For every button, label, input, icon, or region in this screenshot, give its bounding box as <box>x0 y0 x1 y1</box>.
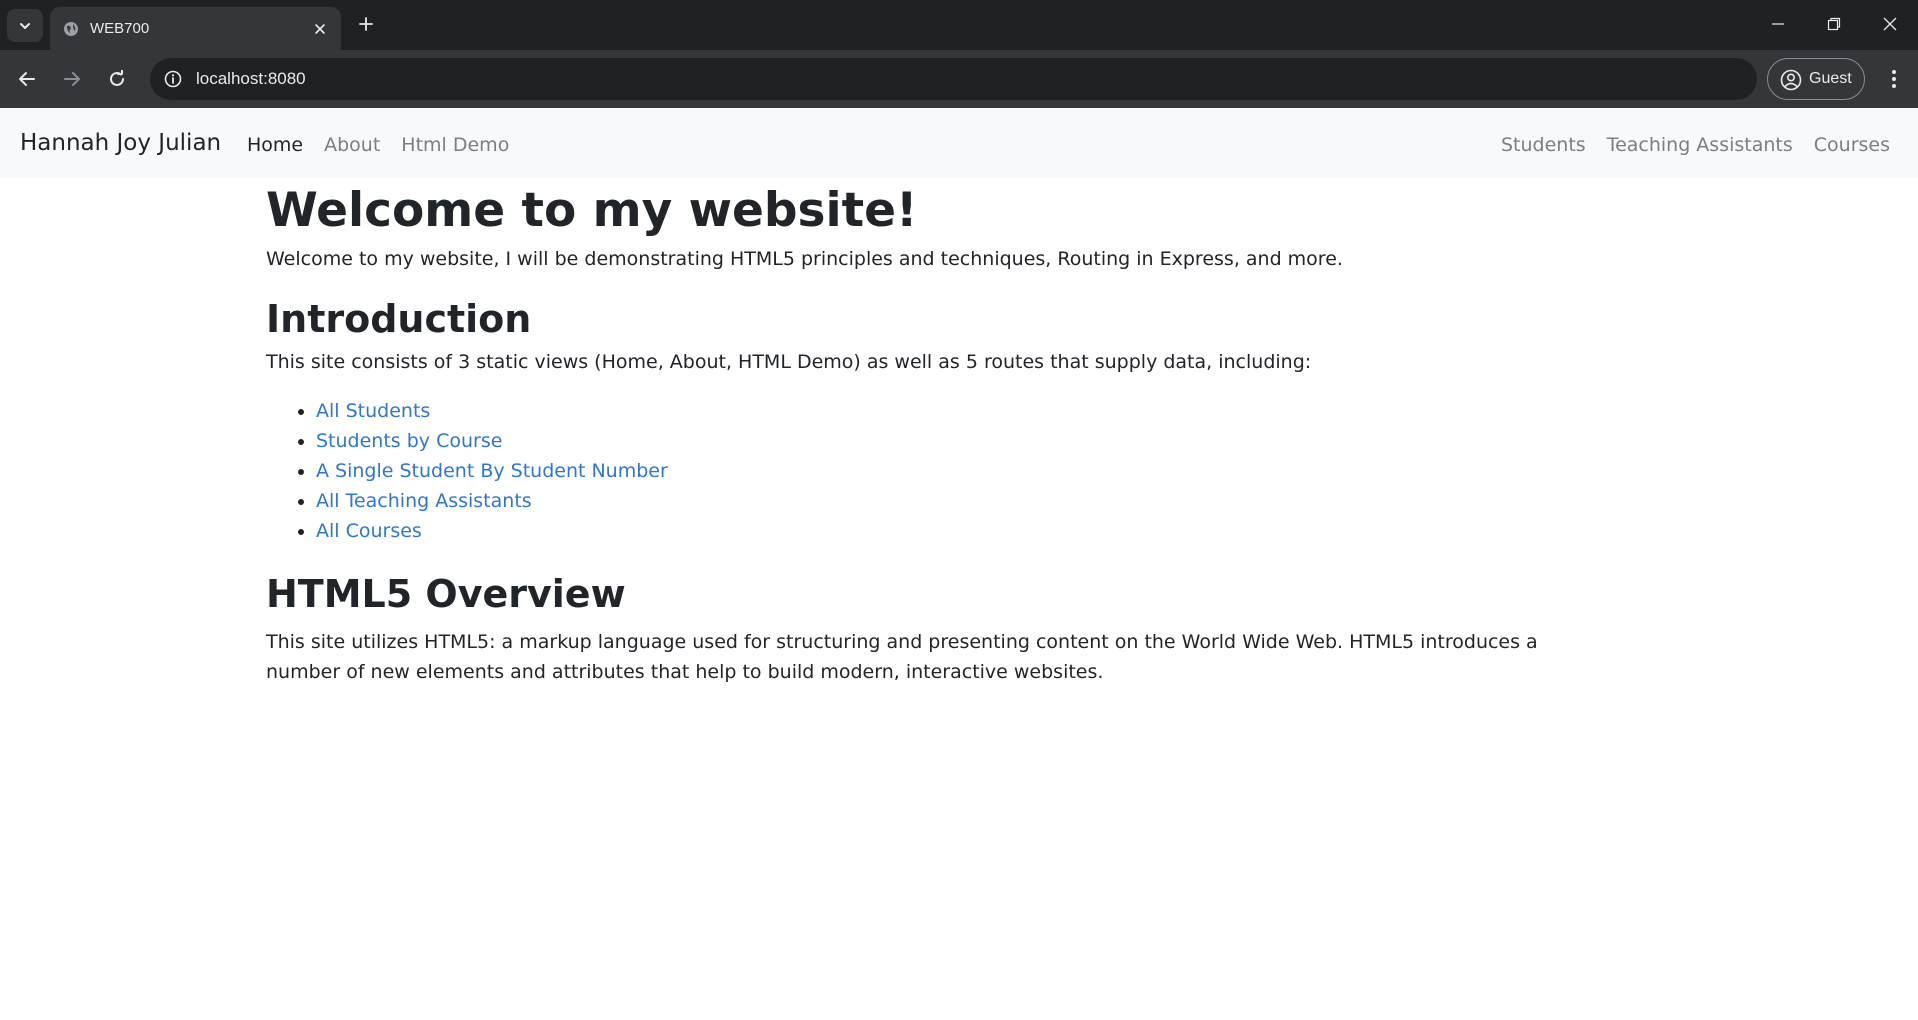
back-arrow-icon <box>19 72 35 86</box>
list-item: Students by Course <box>316 426 1606 456</box>
navbar-brand[interactable]: Hannah Joy Julian <box>20 130 221 156</box>
person-icon <box>1780 69 1802 91</box>
tab-search-button[interactable] <box>7 9 43 42</box>
route-link-all-teaching-assistants[interactable]: All Teaching Assistants <box>316 490 532 512</box>
list-item: All Courses <box>316 516 1606 546</box>
chevron-down-icon <box>20 22 30 29</box>
nav-link-teaching-assistants[interactable]: Teaching Assistants <box>1607 134 1793 156</box>
nav-link-html-demo[interactable]: Html Demo <box>401 134 509 156</box>
nav-right-group: Students Teaching Assistants Courses <box>1501 134 1890 156</box>
close-icon <box>1883 17 1897 31</box>
restore-icon <box>1827 17 1841 31</box>
page-viewport: Hannah Joy Julian Home About Html Demo S… <box>0 108 1918 1020</box>
browser-tab-active[interactable]: WEB700 <box>50 7 341 50</box>
forward-arrow-icon <box>64 72 80 86</box>
minimize-icon <box>1772 23 1784 25</box>
back-button[interactable] <box>11 63 43 95</box>
url-text[interactable]: localhost:8080 <box>196 69 306 89</box>
browser-toolbar: localhost:8080 Guest <box>0 50 1918 108</box>
close-icon <box>315 24 325 34</box>
html5-overview-text: This site utilizes HTML5: a markup langu… <box>266 631 1538 683</box>
route-link-students-by-course[interactable]: Students by Course <box>316 430 502 452</box>
minimize-button[interactable] <box>1758 8 1798 40</box>
route-link-all-students[interactable]: All Students <box>316 400 430 422</box>
restore-button[interactable] <box>1814 8 1854 40</box>
plus-icon <box>359 17 373 31</box>
tab-title: WEB700 <box>90 20 150 37</box>
route-list: All Students Students by Course A Single… <box>266 396 1606 546</box>
info-icon <box>164 70 182 88</box>
route-link-single-student[interactable]: A Single Student By Student Number <box>316 460 668 482</box>
profile-button[interactable]: Guest <box>1767 58 1865 100</box>
window-close-button[interactable] <box>1870 8 1910 40</box>
list-item: All Teaching Assistants <box>316 486 1606 516</box>
main-content: Welcome to my website! Welcome to my web… <box>266 178 1606 687</box>
route-link-all-courses[interactable]: All Courses <box>316 520 422 542</box>
new-tab-button[interactable] <box>353 11 379 37</box>
nav-link-home[interactable]: Home <box>247 134 303 156</box>
list-item: All Students <box>316 396 1606 426</box>
introduction-text: This site consists of 3 static views (Ho… <box>266 351 1312 373</box>
browser-menu-button[interactable] <box>1878 63 1910 95</box>
page-title: Welcome to my website! <box>266 183 918 238</box>
nav-link-about[interactable]: About <box>324 134 380 156</box>
profile-label: Guest <box>1809 70 1852 87</box>
nav-link-courses[interactable]: Courses <box>1814 134 1890 156</box>
intro-text: Welcome to my website, I will be demonst… <box>266 248 1343 270</box>
introduction-heading: Introduction <box>266 297 532 341</box>
html5-overview-heading: HTML5 Overview <box>266 572 626 616</box>
nav-link-students[interactable]: Students <box>1501 134 1586 156</box>
address-bar[interactable]: localhost:8080 <box>150 58 1757 100</box>
site-info-button[interactable] <box>161 67 185 91</box>
list-item: A Single Student By Student Number <box>316 456 1606 486</box>
kebab-menu-icon <box>1892 70 1896 88</box>
tab-close-button[interactable] <box>309 18 331 40</box>
site-navbar: Hannah Joy Julian Home About Html Demo S… <box>0 108 1918 178</box>
reload-icon <box>110 70 124 86</box>
reload-button[interactable] <box>101 63 133 95</box>
globe-icon <box>64 22 78 36</box>
browser-tabstrip: WEB700 <box>0 0 1918 50</box>
forward-button[interactable] <box>56 63 88 95</box>
nav-left-group: Home About Html Demo <box>247 134 509 156</box>
